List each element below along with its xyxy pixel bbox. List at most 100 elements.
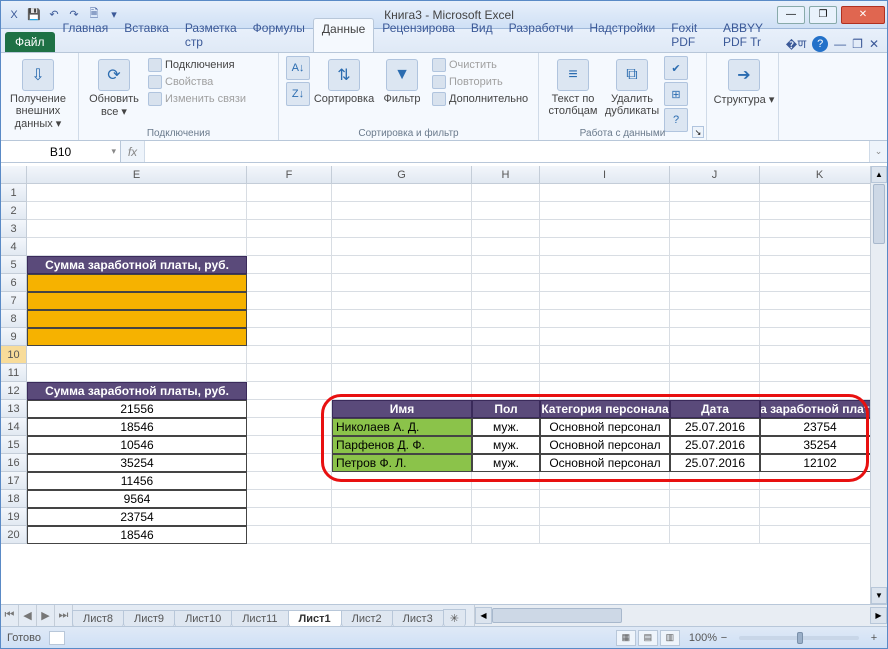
cell-E12[interactable]: Сумма заработной платы, руб.: [27, 382, 247, 400]
select-all-corner[interactable]: [1, 166, 27, 183]
cell-I8[interactable]: [540, 310, 670, 328]
sheet-tab-Лист10[interactable]: Лист10: [174, 610, 232, 627]
sort-asc-button[interactable]: A↓: [286, 56, 310, 80]
cell-H10[interactable]: [472, 346, 540, 364]
cell-E16[interactable]: 35254: [27, 454, 247, 472]
cell-J17[interactable]: [670, 472, 760, 490]
cell-F9[interactable]: [247, 328, 332, 346]
cell-I3[interactable]: [540, 220, 670, 238]
cell-J10[interactable]: [670, 346, 760, 364]
row-header-17[interactable]: 17: [1, 472, 27, 490]
zoom-in-button[interactable]: +: [867, 632, 881, 644]
cell-I18[interactable]: [540, 490, 670, 508]
cell-I10[interactable]: [540, 346, 670, 364]
tab-вставка[interactable]: Вставка: [116, 18, 177, 52]
cell-E6[interactable]: [27, 274, 247, 292]
cell-K8[interactable]: [760, 310, 880, 328]
cell-G3[interactable]: [332, 220, 472, 238]
row-header-7[interactable]: 7: [1, 292, 27, 310]
cell-H9[interactable]: [472, 328, 540, 346]
cell-J9[interactable]: [670, 328, 760, 346]
col-header-H[interactable]: H: [472, 166, 540, 183]
cell-K16[interactable]: 12102: [760, 454, 880, 472]
cell-I5[interactable]: [540, 256, 670, 274]
consolidate-button[interactable]: ⊞: [664, 82, 688, 106]
cell-K1[interactable]: [760, 184, 880, 202]
maximize-button[interactable]: ❐: [809, 6, 837, 24]
cell-G11[interactable]: [332, 364, 472, 382]
grid-rows[interactable]: 12345Сумма заработной платы, руб.6789101…: [1, 184, 887, 544]
cell-J18[interactable]: [670, 490, 760, 508]
cell-I6[interactable]: [540, 274, 670, 292]
refresh-all-button[interactable]: ⟳ Обновить все ▾: [85, 55, 143, 118]
filter-button[interactable]: ▼ Фильтр: [377, 55, 427, 105]
row-header-20[interactable]: 20: [1, 526, 27, 544]
cell-H17[interactable]: [472, 472, 540, 490]
cell-I16[interactable]: Основной персонал: [540, 454, 670, 472]
fx-button[interactable]: fx: [121, 141, 145, 162]
mdi-minimize-icon[interactable]: —: [834, 37, 846, 51]
cell-K6[interactable]: [760, 274, 880, 292]
get-external-data-button[interactable]: ⇩ Получение внешних данных ▾: [7, 55, 69, 130]
cell-K3[interactable]: [760, 220, 880, 238]
mdi-close-icon[interactable]: ✕: [869, 37, 879, 51]
cell-J13[interactable]: Дата: [670, 400, 760, 418]
cell-J7[interactable]: [670, 292, 760, 310]
ribbon-minimize-icon[interactable]: �ण: [785, 35, 806, 52]
data-validation-button[interactable]: ✔: [664, 56, 688, 80]
cell-J20[interactable]: [670, 526, 760, 544]
row-header-4[interactable]: 4: [1, 238, 27, 256]
cell-G18[interactable]: [332, 490, 472, 508]
advanced-filter-button[interactable]: Дополнительно: [429, 91, 531, 107]
tab-формулы[interactable]: Формулы: [245, 18, 313, 52]
cell-H12[interactable]: [472, 382, 540, 400]
cell-K20[interactable]: [760, 526, 880, 544]
cell-H13[interactable]: Пол: [472, 400, 540, 418]
cell-G10[interactable]: [332, 346, 472, 364]
outline-button[interactable]: ➔ Структура ▾: [713, 55, 775, 106]
cell-H7[interactable]: [472, 292, 540, 310]
cell-E10[interactable]: [27, 346, 247, 364]
cell-I12[interactable]: [540, 382, 670, 400]
cell-J8[interactable]: [670, 310, 760, 328]
row-header-16[interactable]: 16: [1, 454, 27, 472]
cell-F17[interactable]: [247, 472, 332, 490]
vscroll-thumb[interactable]: [873, 184, 885, 244]
connections-button[interactable]: Подключения: [145, 57, 249, 73]
scroll-left-button[interactable]: ◀: [475, 607, 492, 624]
cell-G5[interactable]: [332, 256, 472, 274]
sort-desc-button[interactable]: Z↓: [286, 82, 310, 106]
col-header-E[interactable]: E: [27, 166, 247, 183]
tab-file[interactable]: Файл: [5, 32, 55, 52]
cell-F16[interactable]: [247, 454, 332, 472]
cell-G16[interactable]: Петров Ф. Л.: [332, 454, 472, 472]
cell-F10[interactable]: [247, 346, 332, 364]
cell-F8[interactable]: [247, 310, 332, 328]
cell-H14[interactable]: муж.: [472, 418, 540, 436]
row-header-11[interactable]: 11: [1, 364, 27, 382]
cell-I7[interactable]: [540, 292, 670, 310]
cell-E5[interactable]: Сумма заработной платы, руб.: [27, 256, 247, 274]
col-header-F[interactable]: F: [247, 166, 332, 183]
cell-K13[interactable]: а заработной платы: [760, 400, 880, 418]
cell-F7[interactable]: [247, 292, 332, 310]
formula-expand-button[interactable]: ⌄: [869, 141, 887, 162]
cell-J1[interactable]: [670, 184, 760, 202]
sheet-nav-next[interactable]: ▶: [37, 605, 55, 626]
scroll-up-button[interactable]: ▲: [871, 166, 887, 183]
cell-K2[interactable]: [760, 202, 880, 220]
cell-F11[interactable]: [247, 364, 332, 382]
remove-duplicates-button[interactable]: ⧉ Удалить дубликаты: [603, 55, 661, 117]
cell-J4[interactable]: [670, 238, 760, 256]
col-header-G[interactable]: G: [332, 166, 472, 183]
zoom-knob[interactable]: [797, 632, 803, 644]
cell-H11[interactable]: [472, 364, 540, 382]
cell-I15[interactable]: Основной персонал: [540, 436, 670, 454]
cell-K14[interactable]: 23754: [760, 418, 880, 436]
help-icon[interactable]: ?: [812, 36, 828, 52]
cell-J12[interactable]: [670, 382, 760, 400]
tab-разметка стр[interactable]: Разметка стр: [177, 18, 245, 52]
cell-E19[interactable]: 23754: [27, 508, 247, 526]
cell-G12[interactable]: [332, 382, 472, 400]
cell-G19[interactable]: [332, 508, 472, 526]
